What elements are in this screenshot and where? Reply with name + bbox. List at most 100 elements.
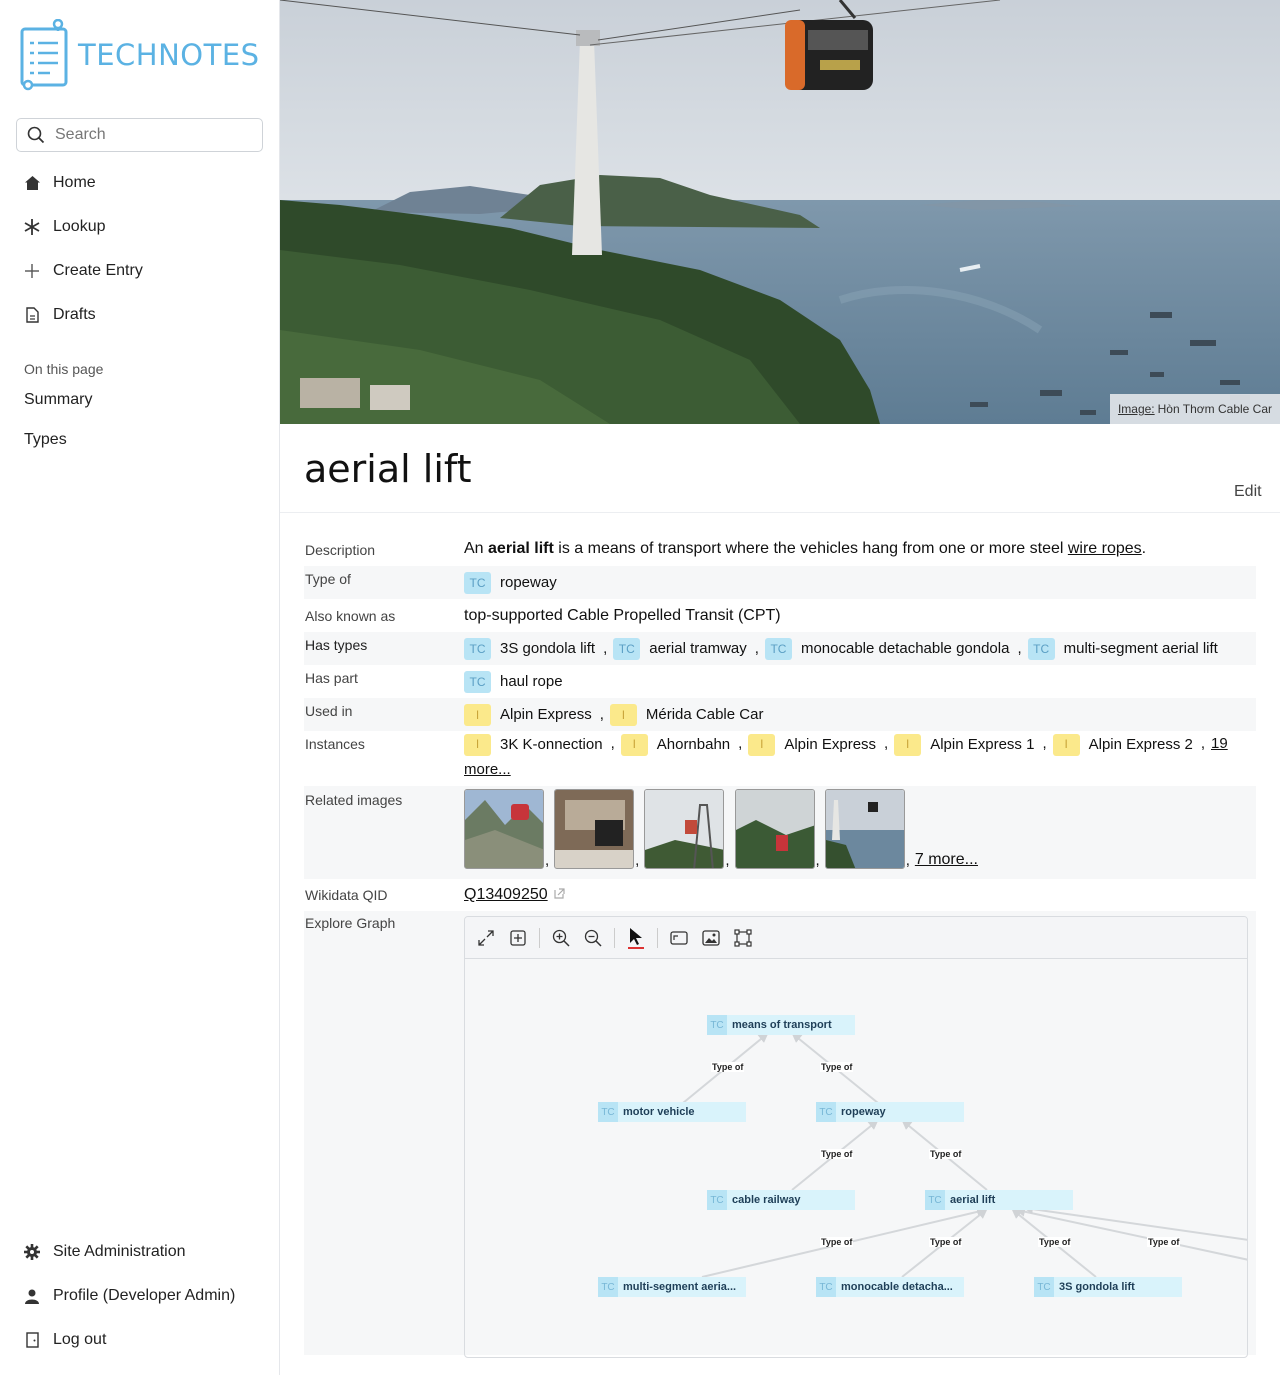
prop-row-wikidata: Wikidata QID Q13409250 bbox=[304, 879, 1256, 911]
prop-value: TC ropeway bbox=[464, 571, 1256, 594]
graph-node-means-of-transport[interactable]: TC means of transport bbox=[707, 1015, 855, 1035]
zoom-out-icon[interactable] bbox=[582, 927, 604, 949]
edit-button[interactable]: Edit bbox=[1234, 483, 1262, 501]
image-icon[interactable] bbox=[700, 927, 722, 949]
page-title: aerial lift bbox=[304, 447, 472, 491]
nav-item-home[interactable]: Home bbox=[0, 161, 279, 205]
tag-name: 3S gondola lift bbox=[500, 640, 596, 657]
tag-name: Alpin Express 2 bbox=[1088, 736, 1193, 753]
logout-icon bbox=[24, 1332, 40, 1348]
prop-key: Type of bbox=[305, 571, 351, 587]
related-image-thumbnail[interactable] bbox=[464, 789, 544, 869]
tc-badge: TC bbox=[764, 637, 792, 660]
tag-ahornbahn[interactable]: I Ahornbahn bbox=[620, 732, 730, 757]
desc-bold: aerial lift bbox=[488, 540, 554, 557]
graph-canvas[interactable]: TC means of transport TC motor vehicle TC r… bbox=[465, 960, 1247, 1357]
divider bbox=[280, 512, 1280, 513]
edge-label: Type of bbox=[1147, 1237, 1181, 1247]
tag-multi-segment-aerial-lift[interactable]: TC multi-segment aerial lift bbox=[1027, 637, 1218, 660]
graph-node-monocable-detachable-gondola[interactable]: TC monocable detacha... bbox=[816, 1277, 964, 1297]
select-area-icon[interactable] bbox=[732, 927, 754, 949]
nav-label: Drafts bbox=[53, 306, 96, 323]
graph-node-aerial-lift[interactable]: TC aerial lift bbox=[925, 1190, 1073, 1210]
prop-value: TC 3S gondola lift, TC aerial tramway, TC mon… bbox=[464, 637, 1256, 660]
tc-badge: TC bbox=[925, 1190, 945, 1210]
tag-name: Alpin Express bbox=[784, 736, 877, 753]
edge-label: Type of bbox=[929, 1149, 963, 1159]
tc-badge: TC bbox=[1034, 1277, 1054, 1297]
tag-haul-rope[interactable]: TC haul rope bbox=[464, 670, 563, 693]
nav-item-site-administration[interactable]: Site Administration bbox=[0, 1230, 279, 1274]
related-image-thumbnail[interactable] bbox=[554, 789, 635, 869]
tag-3s-gondola-lift[interactable]: TC 3S gondola lift bbox=[464, 637, 596, 660]
pointer-icon[interactable] bbox=[625, 927, 647, 949]
nav-label: Log out bbox=[53, 1331, 107, 1348]
tc-badge: TC bbox=[707, 1015, 727, 1035]
graph-node-3s-gondola-lift[interactable]: TC 3S gondola lift bbox=[1034, 1277, 1182, 1297]
toolbar-separator bbox=[614, 927, 615, 948]
tag-3k-k-onnection[interactable]: I 3K K-onnection bbox=[464, 732, 603, 757]
tag-ropeway[interactable]: TC ropeway bbox=[464, 571, 557, 594]
graph-node-label: cable railway bbox=[732, 1194, 801, 1206]
prop-row-also-known-as: Also known as top-supported Cable Propel… bbox=[304, 599, 1256, 632]
prop-key: Explore Graph bbox=[305, 915, 396, 931]
asterisk-icon bbox=[24, 219, 40, 235]
related-image-thumbnail[interactable] bbox=[644, 789, 725, 869]
toc-item-summary[interactable]: Summary bbox=[24, 380, 92, 420]
fit-icon[interactable] bbox=[668, 927, 690, 949]
bottom-nav: Site Administration Profile (Developer A… bbox=[0, 1230, 279, 1362]
graph-edges bbox=[682, 1032, 1247, 1278]
prop-key: Instances bbox=[305, 736, 365, 752]
edge-label: Type of bbox=[1038, 1237, 1072, 1247]
prop-key: Has types bbox=[305, 637, 368, 653]
prop-key: Used in bbox=[305, 703, 353, 719]
wikidata-link[interactable]: Q13409250 bbox=[464, 886, 548, 903]
tag-monocable-detachable-gondola[interactable]: TC monocable detachable gondola bbox=[764, 637, 1009, 660]
sidebar: TECHNOTES Home Lookup Create Entry bbox=[0, 0, 280, 1375]
related-images-more-link[interactable]: 7 more... bbox=[915, 851, 978, 868]
prop-row-type-of: Type of TC ropeway bbox=[304, 566, 1256, 599]
tag-alpin-express-2[interactable]: I Alpin Express 2 bbox=[1052, 732, 1193, 757]
tag-alpin-express-1[interactable]: I Alpin Express 1 bbox=[894, 732, 1034, 757]
more-count: 19 bbox=[1211, 735, 1228, 752]
graph-node-multi-segment-aerial-lift[interactable]: TC multi-segment aeria... bbox=[598, 1277, 746, 1297]
prop-key: Description bbox=[305, 542, 376, 558]
prop-value: ,,,,,7 more... bbox=[464, 789, 1256, 879]
nav-label: Site Administration bbox=[53, 1243, 186, 1260]
instance-badge: I bbox=[609, 703, 637, 726]
search-box[interactable] bbox=[16, 118, 263, 152]
nav-item-drafts[interactable]: Drafts bbox=[0, 293, 279, 337]
graph-node-cable-railway[interactable]: TC cable railway bbox=[707, 1190, 855, 1210]
add-node-icon[interactable] bbox=[507, 927, 529, 949]
tag-alpin-express[interactable]: I Alpin Express bbox=[748, 732, 876, 757]
nav-item-profile[interactable]: Profile (Developer Admin) bbox=[0, 1274, 279, 1318]
tag-merida-cable-car[interactable]: I Mérida Cable Car bbox=[609, 703, 763, 726]
related-image-thumbnail[interactable] bbox=[734, 789, 815, 869]
prop-key: Related images bbox=[305, 792, 403, 808]
tag-name: ropeway bbox=[500, 574, 557, 591]
graph-toolbar bbox=[465, 917, 1247, 959]
tag-alpin-express[interactable]: I Alpin Express bbox=[464, 703, 592, 726]
tc-badge: TC bbox=[598, 1102, 618, 1122]
instance-badge: I bbox=[464, 733, 491, 756]
expand-icon[interactable] bbox=[475, 927, 497, 949]
related-image-thumbnail[interactable] bbox=[824, 789, 905, 869]
tag-name: 3K K-onnection bbox=[500, 736, 603, 753]
wire-ropes-link[interactable]: wire ropes bbox=[1068, 540, 1142, 557]
nav-item-log-out[interactable]: Log out bbox=[0, 1318, 279, 1362]
prop-row-instances: Instances I 3K K-onnection, I Ahornbahn, I Al… bbox=[304, 731, 1256, 786]
graph-node-motor-vehicle[interactable]: TC motor vehicle bbox=[598, 1102, 746, 1122]
toc-item-types[interactable]: Types bbox=[24, 420, 92, 460]
prop-value: An aerial lift is a means of transport w… bbox=[464, 540, 1256, 566]
tag-aerial-tramway[interactable]: TC aerial tramway bbox=[613, 637, 747, 660]
nav-item-lookup[interactable]: Lookup bbox=[0, 205, 279, 249]
graph-node-ropeway[interactable]: TC ropeway bbox=[816, 1102, 964, 1122]
search-input[interactable] bbox=[55, 126, 245, 144]
zoom-in-icon[interactable] bbox=[550, 927, 572, 949]
nav-item-create-entry[interactable]: Create Entry bbox=[0, 249, 279, 293]
image-caption-label[interactable]: Image: bbox=[1118, 402, 1155, 416]
notes-logo-icon bbox=[20, 19, 68, 91]
tag-name: aerial tramway bbox=[649, 640, 747, 657]
toolbar-separator bbox=[657, 927, 658, 948]
app-logo[interactable]: TECHNOTES bbox=[18, 18, 263, 92]
